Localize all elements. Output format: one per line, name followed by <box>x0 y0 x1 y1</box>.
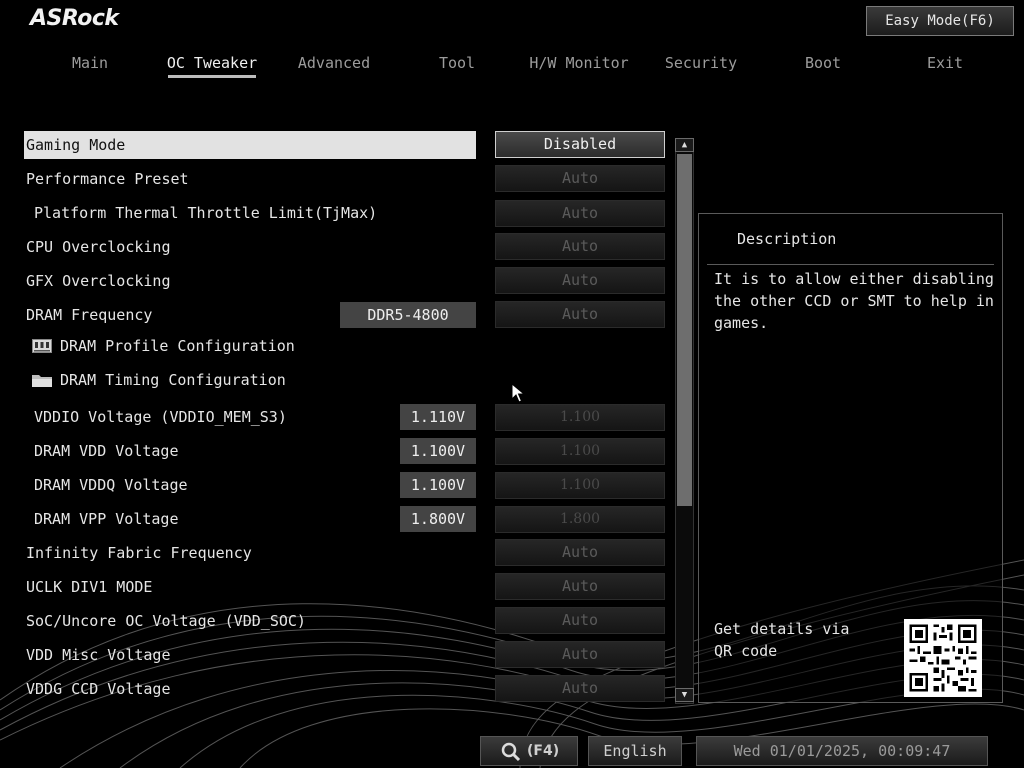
tab-advanced[interactable]: Advanced <box>274 52 394 74</box>
qr-caption: Get details via QR code <box>714 620 850 660</box>
current-value: 1.800V <box>400 506 476 532</box>
option-vddio-voltage[interactable]: 1.100 <box>495 404 665 431</box>
option-dram-vddq-voltage[interactable]: 1.100 <box>495 472 665 499</box>
tab-security[interactable]: Security <box>641 52 761 74</box>
current-value: 1.100V <box>400 438 476 464</box>
submenu-dram-profile-configuration[interactable]: DRAM Profile Configuration <box>24 332 476 360</box>
datetime-display[interactable]: Wed 01/01/2025, 00:09:47 <box>696 736 988 766</box>
setting-label: DRAM VDD Voltage <box>34 442 179 460</box>
setting-vddio-voltage[interactable]: VDDIO Voltage (VDDIO_MEM_S3) 1.110V <box>24 403 476 431</box>
setting-gaming-mode[interactable]: Gaming Mode <box>24 131 476 159</box>
setting-label: DRAM Timing Configuration <box>60 371 286 389</box>
setting-vdd-misc-voltage[interactable]: VDD Misc Voltage <box>24 641 476 669</box>
setting-dram-frequency[interactable]: DRAM Frequency DDR5-4800 <box>24 301 476 329</box>
setting-dram-vddq-voltage[interactable]: DRAM VDDQ Voltage 1.100V <box>24 471 476 499</box>
setting-dram-vdd-voltage[interactable]: DRAM VDD Voltage 1.100V <box>24 437 476 465</box>
setting-label: CPU Overclocking <box>26 238 171 256</box>
tab-exit[interactable]: Exit <box>885 52 1005 74</box>
scroll-up-icon[interactable]: ▲ <box>675 138 694 152</box>
scroll-down-icon[interactable]: ▼ <box>675 688 694 702</box>
option-vdd-misc-voltage[interactable]: Auto <box>495 641 665 668</box>
search-icon <box>501 742 521 762</box>
submenu-dram-timing-configuration[interactable]: DRAM Timing Configuration <box>24 366 476 394</box>
search-shortcut: (F4) <box>527 743 560 759</box>
setting-soc-uncore-oc-voltage[interactable]: SoC/Uncore OC Voltage (VDD_SOC) <box>24 607 476 635</box>
option-dram-vpp-voltage[interactable]: 1.800 <box>495 506 665 533</box>
setting-label: UCLK DIV1 MODE <box>26 578 153 596</box>
language-button[interactable]: English <box>588 736 682 766</box>
current-value: 1.110V <box>400 404 476 430</box>
setting-label: SoC/Uncore OC Voltage (VDD_SOC) <box>26 612 306 630</box>
setting-label: Platform Thermal Throttle Limit(TjMax) <box>34 204 378 222</box>
setting-label: Performance Preset <box>26 170 189 188</box>
option-gfx-overclocking[interactable]: Auto <box>495 267 665 294</box>
option-uclk-div1-mode[interactable]: Auto <box>495 573 665 600</box>
tab-hw-monitor[interactable]: H/W Monitor <box>519 52 639 74</box>
option-vddg-ccd-voltage[interactable]: Auto <box>495 675 665 702</box>
tab-boot[interactable]: Boot <box>763 52 883 74</box>
option-dram-frequency[interactable]: Auto <box>495 301 665 328</box>
setting-dram-vpp-voltage[interactable]: DRAM VPP Voltage 1.800V <box>24 505 476 533</box>
setting-label: GFX Overclocking <box>26 272 171 290</box>
scrollbar-thumb[interactable] <box>677 154 692 506</box>
setting-label: VDD Misc Voltage <box>26 646 171 664</box>
setting-infinity-fabric-frequency[interactable]: Infinity Fabric Frequency <box>24 539 476 567</box>
tab-tool[interactable]: Tool <box>397 52 517 74</box>
setting-platform-thermal-throttle[interactable]: Platform Thermal Throttle Limit(TjMax) <box>24 199 476 227</box>
description-title: Description <box>737 230 837 248</box>
current-value: DDR5-4800 <box>340 302 476 328</box>
setting-label: DRAM VPP Voltage <box>34 510 179 528</box>
mouse-cursor-icon <box>511 383 525 403</box>
option-soc-uncore-oc-voltage[interactable]: Auto <box>495 607 665 634</box>
setting-label: VDDIO Voltage (VDDIO_MEM_S3) <box>34 408 287 426</box>
option-dram-vdd-voltage[interactable]: 1.100 <box>495 438 665 465</box>
main-tab-bar: Main OC Tweaker Advanced Tool H/W Monito… <box>0 52 1024 82</box>
current-value: 1.100V <box>400 472 476 498</box>
tab-main[interactable]: Main <box>30 52 150 74</box>
memory-module-icon <box>32 339 52 353</box>
option-platform-thermal-throttle[interactable]: Auto <box>495 200 665 227</box>
setting-label: DRAM VDDQ Voltage <box>34 476 188 494</box>
setting-uclk-div1-mode[interactable]: UCLK DIV1 MODE <box>24 573 476 601</box>
option-cpu-overclocking[interactable]: Auto <box>495 233 665 260</box>
setting-label: DRAM Profile Configuration <box>60 337 295 355</box>
setting-performance-preset[interactable]: Performance Preset <box>24 165 476 193</box>
setting-label: VDDG CCD Voltage <box>26 680 171 698</box>
option-performance-preset[interactable]: Auto <box>495 165 665 192</box>
description-divider <box>707 264 994 265</box>
search-button[interactable]: (F4) <box>480 736 578 766</box>
option-infinity-fabric-frequency[interactable]: Auto <box>495 539 665 566</box>
folder-icon <box>32 375 52 387</box>
setting-cpu-overclocking[interactable]: CPU Overclocking <box>24 233 476 261</box>
setting-gfx-overclocking[interactable]: GFX Overclocking <box>24 267 476 295</box>
setting-label: Gaming Mode <box>26 136 126 154</box>
tab-oc-tweaker[interactable]: OC Tweaker <box>152 52 272 78</box>
setting-label: DRAM Frequency <box>26 306 153 324</box>
description-panel: Description It is to allow either disabl… <box>698 213 1003 703</box>
description-text: It is to allow either disabling the othe… <box>714 270 994 332</box>
qr-code-icon <box>904 619 982 697</box>
easy-mode-button[interactable]: Easy Mode(F6) <box>866 6 1014 36</box>
option-gaming-mode[interactable]: Disabled <box>495 131 665 158</box>
setting-vddg-ccd-voltage[interactable]: VDDG CCD Voltage <box>24 675 476 703</box>
asrock-logo: ASRock <box>30 6 119 31</box>
setting-label: Infinity Fabric Frequency <box>26 544 252 562</box>
